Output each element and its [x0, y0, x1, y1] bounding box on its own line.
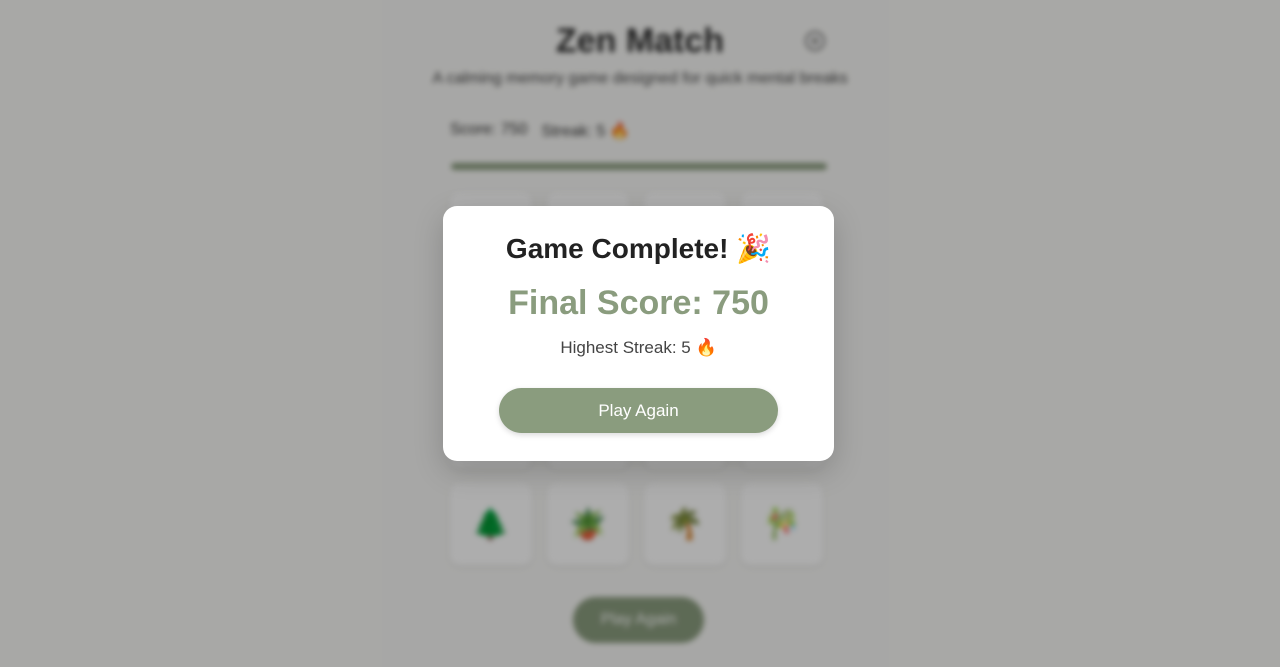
modal-title: Game Complete! 🎉: [505, 233, 772, 264]
game-complete-modal: Game Complete! 🎉 Final Score: 750 Highes…: [443, 206, 834, 461]
final-score: Final Score: 750: [508, 284, 769, 322]
play-again-button[interactable]: Play Again: [499, 388, 778, 433]
highest-streak: Highest Streak: 5 🔥: [560, 338, 717, 357]
